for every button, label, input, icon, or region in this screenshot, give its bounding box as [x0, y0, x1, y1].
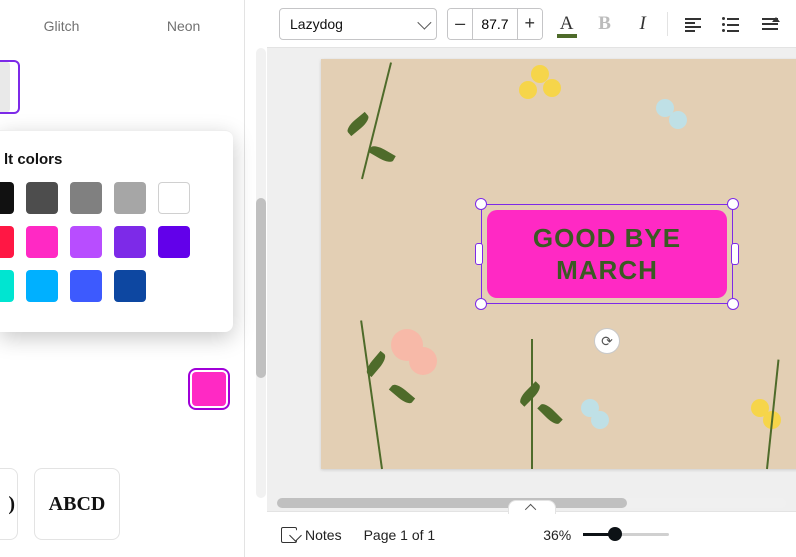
footer-bar: Notes Page 1 of 1 36%: [267, 511, 796, 557]
page-indicator[interactable]: Page 1 of 1: [364, 527, 436, 543]
align-button[interactable]: [678, 8, 707, 40]
color-swatch[interactable]: [0, 182, 14, 214]
italic-button[interactable]: I: [629, 8, 657, 40]
color-group-label: lt colors: [4, 151, 219, 168]
line-spacing-icon: [761, 15, 778, 33]
color-swatch[interactable]: [114, 270, 146, 302]
text-color-button[interactable]: A: [553, 8, 581, 40]
shape-preview-edge[interactable]: ): [0, 468, 18, 540]
effects-tab-glitch[interactable]: Glitch: [44, 18, 80, 34]
resize-handle-tr[interactable]: [727, 198, 739, 210]
notes-label: Notes: [305, 527, 342, 543]
color-swatch[interactable]: [114, 226, 146, 258]
color-swatch[interactable]: [114, 182, 146, 214]
color-swatch[interactable]: [70, 226, 102, 258]
effects-tab-neon[interactable]: Neon: [167, 18, 200, 34]
notes-icon: [281, 527, 297, 543]
font-size-input[interactable]: [473, 9, 517, 39]
zoom-value[interactable]: 36%: [543, 527, 571, 543]
color-swatch[interactable]: [26, 226, 58, 258]
resize-handle-br[interactable]: [727, 298, 739, 310]
chevron-down-icon: [418, 15, 432, 29]
font-family-value: Lazydog: [290, 16, 343, 32]
font-family-select[interactable]: Lazydog: [279, 8, 437, 40]
spacing-button[interactable]: [755, 8, 784, 40]
bullet-list-icon: [722, 15, 739, 33]
canvas-hscrollbar-thumb[interactable]: [277, 498, 627, 508]
text-toolbar: Lazydog – + A B I: [267, 0, 796, 48]
selection-outline: [481, 204, 733, 304]
chevron-up-icon: [524, 503, 535, 514]
color-swatch[interactable]: [26, 270, 58, 302]
color-swatch[interactable]: [26, 182, 58, 214]
swatch-row-2: [0, 226, 219, 258]
font-size-decrease[interactable]: –: [448, 9, 473, 39]
color-swatch[interactable]: [70, 182, 102, 214]
toolbar-divider: [667, 12, 668, 36]
shape-preview-card[interactable]: ABCD: [34, 468, 120, 540]
current-color-indicator[interactable]: [192, 372, 226, 406]
effects-tabs: Glitch Neon: [0, 0, 244, 40]
align-left-icon: [684, 15, 701, 33]
color-swatch[interactable]: [0, 226, 14, 258]
color-swatch[interactable]: [70, 270, 102, 302]
notes-button[interactable]: Notes: [281, 527, 342, 543]
pages-expander[interactable]: [508, 500, 556, 514]
side-scrollbar-thumb[interactable]: [256, 198, 266, 378]
color-popover: lt colors: [0, 130, 233, 332]
resize-handle-tl[interactable]: [475, 198, 487, 210]
selected-text-element[interactable]: GOOD BYE MARCH ⟳: [481, 204, 733, 304]
canvas-area[interactable]: GOOD BYE MARCH ⟳: [267, 48, 796, 511]
list-button[interactable]: [716, 8, 745, 40]
zoom-slider[interactable]: [583, 533, 669, 536]
color-swatch[interactable]: [158, 182, 190, 214]
effects-tile-edge[interactable]: [0, 62, 10, 112]
design-canvas[interactable]: GOOD BYE MARCH ⟳: [321, 59, 796, 469]
zoom-slider-knob[interactable]: [608, 527, 622, 541]
resize-handle-bl[interactable]: [475, 298, 487, 310]
bold-button[interactable]: B: [591, 8, 619, 40]
font-size-increase[interactable]: +: [517, 9, 542, 39]
swatch-row-1: [0, 182, 219, 214]
resize-handle-ml[interactable]: [475, 243, 483, 265]
color-swatch[interactable]: [158, 226, 190, 258]
rotate-handle[interactable]: ⟳: [594, 328, 620, 354]
side-scrollbar[interactable]: [256, 48, 266, 498]
font-size-stepper[interactable]: – +: [447, 8, 542, 40]
swatch-row-3: [0, 270, 219, 302]
resize-handle-mr[interactable]: [731, 243, 739, 265]
zoom-control: 36%: [543, 527, 669, 543]
color-swatch[interactable]: [0, 270, 14, 302]
text-color-indicator: [557, 34, 577, 38]
